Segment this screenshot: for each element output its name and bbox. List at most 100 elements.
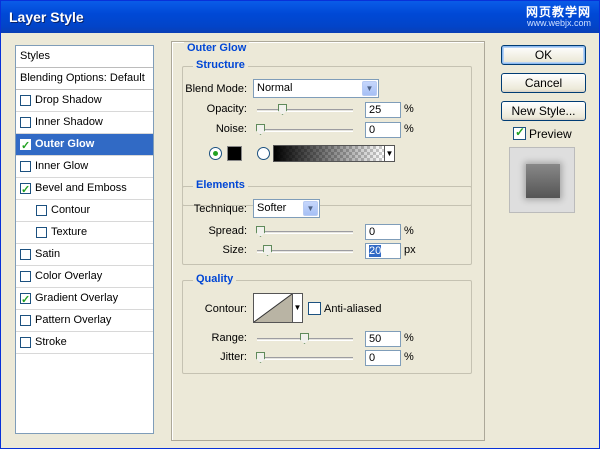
- technique-select[interactable]: Softer ▼: [253, 199, 320, 218]
- contour-label: Contour:: [204, 303, 247, 315]
- panel-title: Outer Glow: [184, 42, 250, 54]
- opacity-slider-thumb[interactable]: [278, 104, 287, 115]
- cancel-button[interactable]: Cancel: [501, 73, 586, 93]
- ok-button[interactable]: OK: [501, 45, 586, 65]
- style-item-color-overlay[interactable]: Color Overlay: [16, 266, 153, 288]
- style-item-satin[interactable]: Satin: [16, 244, 153, 266]
- style-checkbox[interactable]: [36, 205, 47, 216]
- opacity-label: Opacity:: [206, 103, 247, 115]
- style-item-label: Gradient Overlay: [35, 292, 119, 304]
- style-item-gradient-overlay[interactable]: Gradient Overlay: [16, 288, 153, 311]
- style-checkbox[interactable]: [20, 95, 31, 106]
- window-title: Layer Style: [9, 9, 84, 25]
- blend-mode-label: Blend Mode:: [185, 83, 247, 95]
- contour-dropdown-icon[interactable]: ▼: [292, 293, 303, 323]
- style-checkbox[interactable]: [20, 290, 31, 311]
- gradient-dropdown-icon[interactable]: ▼: [384, 145, 395, 162]
- style-item-label: Color Overlay: [35, 270, 103, 282]
- chevron-down-icon: ▼: [303, 201, 318, 216]
- chevron-down-icon: ▼: [362, 81, 377, 96]
- noise-slider[interactable]: [256, 124, 353, 135]
- gradient-radio[interactable]: [257, 147, 270, 160]
- range-label: Range:: [211, 332, 247, 344]
- style-checkbox[interactable]: [20, 315, 31, 326]
- style-item-drop-shadow[interactable]: Drop Shadow: [16, 90, 153, 112]
- structure-title: Structure: [193, 59, 248, 71]
- jitter-input[interactable]: 0: [365, 350, 401, 366]
- spread-slider[interactable]: [256, 226, 353, 237]
- new-style-button[interactable]: New Style...: [501, 101, 586, 121]
- styles-header[interactable]: Styles: [16, 46, 153, 68]
- title-bar[interactable]: Layer Style 网页教学网 www.webjx.com: [1, 1, 599, 33]
- outer-glow-panel: Outer Glow Structure Blend Mode: Normal ▼…: [171, 41, 485, 441]
- style-checkbox[interactable]: [20, 180, 31, 201]
- quality-group: Quality Contour: ▼ Anti-aliased Range: 5…: [182, 273, 472, 374]
- range-slider[interactable]: [257, 333, 353, 344]
- range-slider-thumb[interactable]: [300, 333, 309, 344]
- preview-label: Preview: [529, 127, 572, 141]
- spread-input[interactable]: 0: [365, 224, 401, 240]
- style-checkbox[interactable]: [20, 136, 31, 157]
- style-preview-thumbnail: [509, 147, 575, 213]
- style-checkbox[interactable]: [20, 117, 31, 128]
- glow-color-swatch[interactable]: [227, 146, 242, 161]
- jitter-slider[interactable]: [256, 352, 353, 363]
- spread-slider-thumb[interactable]: [256, 226, 265, 237]
- style-item-label: Satin: [35, 248, 61, 260]
- blend-mode-select[interactable]: Normal ▼: [253, 79, 379, 98]
- style-item-label: Pattern Overlay: [35, 314, 112, 326]
- size-input[interactable]: 20: [365, 243, 401, 259]
- style-item-stroke[interactable]: Stroke: [16, 332, 153, 354]
- style-item-inner-shadow[interactable]: Inner Shadow: [16, 112, 153, 134]
- gradient-picker[interactable]: [273, 145, 385, 162]
- elements-title: Elements: [193, 179, 248, 191]
- style-item-pattern-overlay[interactable]: Pattern Overlay: [16, 310, 153, 332]
- jitter-label: Jitter:: [220, 351, 247, 363]
- size-unit: px: [404, 244, 416, 256]
- blending-options[interactable]: Blending Options: Default: [16, 68, 153, 90]
- spread-unit: %: [404, 225, 414, 237]
- jitter-unit: %: [404, 351, 414, 363]
- style-checkbox[interactable]: [20, 249, 31, 260]
- watermark: 网页教学网 www.webjx.com: [525, 5, 591, 29]
- preview-square: [526, 164, 560, 198]
- size-label: Size:: [222, 244, 247, 256]
- contour-picker[interactable]: [253, 293, 293, 323]
- anti-aliased-label: Anti-aliased: [324, 303, 382, 315]
- noise-input[interactable]: 0: [365, 122, 401, 138]
- style-checkbox[interactable]: [20, 161, 31, 172]
- style-checkbox[interactable]: [36, 227, 47, 238]
- layer-style-dialog: Layer Style 网页教学网 www.webjx.com Styles B…: [0, 0, 600, 449]
- watermark-url: www.webjx.com: [526, 18, 591, 28]
- anti-aliased-checkbox[interactable]: [308, 302, 321, 315]
- style-item-texture[interactable]: Texture: [16, 222, 153, 244]
- style-item-bevel-and-emboss[interactable]: Bevel and Emboss: [16, 178, 153, 201]
- noise-unit: %: [404, 123, 414, 135]
- opacity-input[interactable]: 25: [365, 102, 401, 118]
- range-unit: %: [404, 332, 414, 344]
- style-item-inner-glow[interactable]: Inner Glow: [16, 156, 153, 178]
- style-item-label: Contour: [51, 204, 91, 216]
- contour-curve-icon: [253, 293, 293, 323]
- style-checkbox[interactable]: [20, 271, 31, 282]
- style-item-outer-glow[interactable]: Outer Glow: [16, 134, 153, 157]
- noise-slider-thumb[interactable]: [256, 124, 265, 135]
- style-item-label: Stroke: [35, 336, 67, 348]
- watermark-text: 网页教学网: [525, 5, 591, 19]
- size-slider-thumb[interactable]: [263, 245, 273, 256]
- size-slider[interactable]: [257, 245, 353, 256]
- opacity-slider[interactable]: [257, 104, 353, 115]
- style-item-label: Drop Shadow: [35, 94, 102, 106]
- style-item-label: Texture: [51, 226, 88, 238]
- noise-label: Noise:: [215, 123, 247, 135]
- range-input[interactable]: 50: [365, 331, 401, 347]
- solid-color-radio[interactable]: [209, 147, 222, 160]
- opacity-unit: %: [404, 103, 414, 115]
- style-item-label: Inner Glow: [35, 160, 89, 172]
- quality-title: Quality: [193, 273, 237, 285]
- jitter-slider-thumb[interactable]: [256, 352, 265, 363]
- style-checkbox[interactable]: [20, 337, 31, 348]
- technique-label: Technique:: [193, 203, 247, 215]
- style-item-contour[interactable]: Contour: [16, 200, 153, 222]
- preview-checkbox[interactable]: [513, 125, 526, 140]
